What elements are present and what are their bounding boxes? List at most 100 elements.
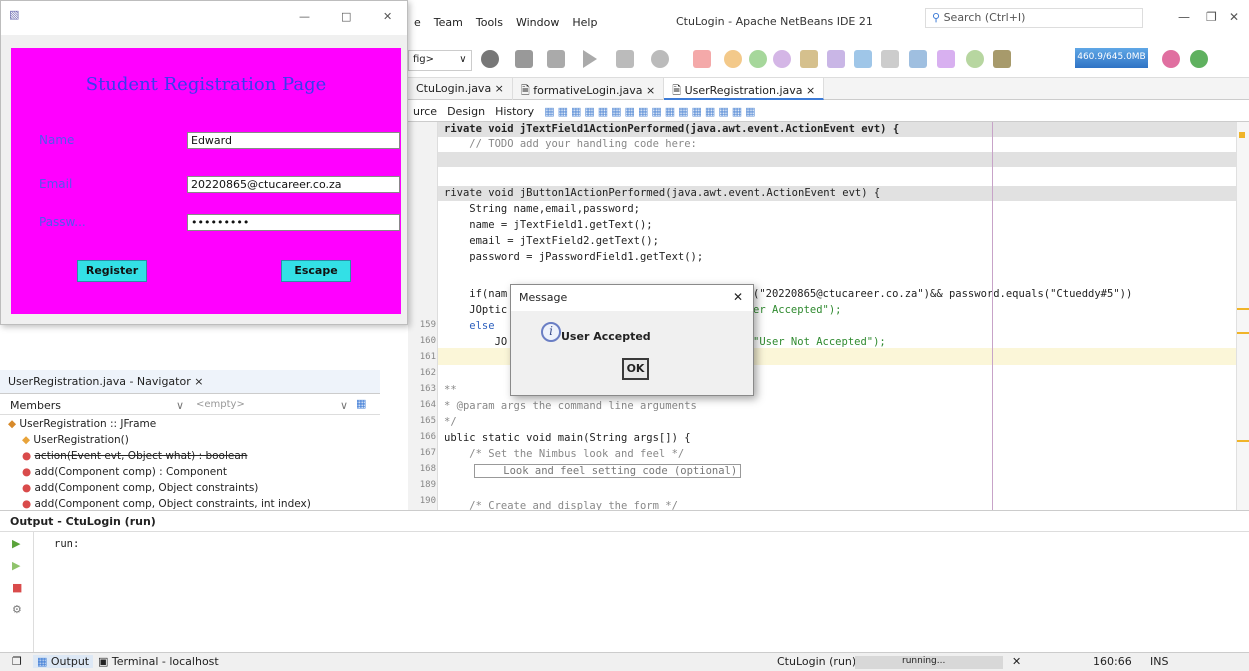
- output-console[interactable]: run:: [34, 532, 1249, 652]
- warning-marker[interactable]: [1239, 132, 1245, 138]
- close-icon[interactable]: ✕: [733, 290, 743, 304]
- menu-item-help[interactable]: Help: [572, 16, 597, 29]
- rerun-icon[interactable]: ▶: [12, 537, 20, 550]
- warning-marker[interactable]: [1237, 332, 1249, 334]
- menu-item-edit[interactable]: e: [414, 16, 421, 29]
- code-line: password = jPasswordField1.getText();: [444, 251, 704, 263]
- stop-icon[interactable]: ■: [12, 581, 22, 594]
- gc-icon[interactable]: [1162, 50, 1180, 68]
- gc-alt-icon[interactable]: [1190, 50, 1208, 68]
- menu-item-tools[interactable]: Tools: [476, 16, 503, 29]
- chevron-down-icon[interactable]: ∨: [340, 399, 348, 412]
- window-icon[interactable]: ❐: [12, 655, 22, 668]
- globe-icon[interactable]: [481, 50, 499, 68]
- code-line: name = jTextField1.getText();: [444, 219, 653, 231]
- line-number-gutter: 159 160 161 162 163 164 165 166 167 168 …: [408, 122, 438, 510]
- restore-icon[interactable]: ❐: [1206, 10, 1217, 24]
- continue-icon[interactable]: [749, 50, 767, 68]
- menu-bar: e Team Tools Window Help: [414, 0, 610, 44]
- code-fold-box[interactable]: Look and feel setting code (optional): [474, 464, 742, 478]
- java-app-icon: ▧: [9, 8, 20, 21]
- line-number: 161: [419, 352, 436, 362]
- debug-icon[interactable]: [616, 50, 634, 68]
- tab-design[interactable]: Design: [447, 105, 485, 118]
- minimize-icon[interactable]: —: [299, 10, 310, 23]
- rerun-different-icon[interactable]: ▶: [12, 559, 20, 572]
- clean-build-icon[interactable]: [547, 50, 565, 68]
- step-out-icon[interactable]: [827, 50, 845, 68]
- stop-icon[interactable]: [693, 50, 711, 68]
- tree-node-class[interactable]: ◆ UserRegistration :: JFrame: [8, 418, 156, 430]
- config-select[interactable]: fig> ∨: [408, 50, 472, 71]
- password-field[interactable]: •••••••••: [187, 214, 400, 231]
- cancel-progress-icon[interactable]: ✕: [1012, 655, 1021, 668]
- step-over-icon[interactable]: [773, 50, 791, 68]
- apply-changes-icon[interactable]: [881, 50, 899, 68]
- code-line: er Accepted");: [753, 304, 842, 316]
- run-to-cursor-icon[interactable]: [854, 50, 872, 68]
- list-item[interactable]: ● action(Event evt, Object what) : boole…: [22, 450, 247, 462]
- name-field[interactable]: Edward: [187, 132, 400, 149]
- line-number: 167: [419, 448, 436, 458]
- registration-window: ▧ — □ ✕ Student Registration Page Name E…: [0, 0, 408, 325]
- menu-item-window[interactable]: Window: [516, 16, 559, 29]
- pause-icon[interactable]: [724, 50, 742, 68]
- tab-source[interactable]: urce: [413, 105, 437, 118]
- chevron-down-icon: ∨: [459, 54, 467, 65]
- chevron-down-icon[interactable]: ∨: [176, 399, 184, 412]
- settings-icon[interactable]: ⚙: [12, 603, 22, 616]
- tab-userregistration[interactable]: 🗎 UserRegistration.java ×: [664, 78, 825, 100]
- members-label[interactable]: Members: [10, 399, 61, 412]
- hammer-icon[interactable]: [515, 50, 533, 68]
- take-snapshot-icon[interactable]: [909, 50, 927, 68]
- maximize-icon[interactable]: □: [341, 10, 351, 23]
- email-field[interactable]: 20220865@ctucareer.co.za: [187, 176, 400, 193]
- navigator-title[interactable]: UserRegistration.java - Navigator ×: [0, 370, 380, 394]
- close-icon[interactable]: ✕: [1229, 10, 1239, 24]
- thread-dump-icon[interactable]: [993, 50, 1011, 68]
- tab-formativelogin[interactable]: 🗎 formativeLogin.java ×: [513, 78, 665, 100]
- filter-select[interactable]: <empty>: [196, 399, 245, 410]
- method-icon: ●: [22, 498, 35, 510]
- output-icon: ▦: [37, 655, 51, 668]
- code-line: // TODO add your handling code here:: [444, 138, 697, 150]
- list-item[interactable]: ● add(Component comp, Object constraints…: [22, 482, 258, 494]
- line-number: 164: [419, 400, 436, 410]
- minimize-icon[interactable]: —: [1178, 10, 1190, 24]
- code-line: /* Create and display the form */: [444, 500, 678, 510]
- step-into-icon[interactable]: [800, 50, 818, 68]
- ok-button[interactable]: OK: [622, 358, 649, 380]
- list-item[interactable]: ● add(Component comp, Object constraints…: [22, 498, 311, 510]
- run-label[interactable]: CtuLogin (run): [777, 655, 856, 668]
- close-icon[interactable]: ✕: [383, 10, 392, 23]
- warning-marker[interactable]: [1237, 308, 1249, 310]
- register-button[interactable]: Register: [77, 260, 147, 282]
- info-icon: i: [541, 322, 561, 342]
- output-tab[interactable]: ▦ Output: [33, 655, 94, 668]
- dialog-message: User Accepted: [561, 330, 651, 343]
- name-label: Name: [39, 133, 75, 147]
- run-icon[interactable]: [583, 50, 597, 68]
- escape-button[interactable]: Escape: [281, 260, 351, 282]
- dialog-titlebar: Message ✕: [511, 285, 753, 311]
- profile-icon[interactable]: [651, 50, 669, 68]
- tab-history[interactable]: History: [495, 105, 534, 118]
- list-item[interactable]: ◆ UserRegistration(): [22, 434, 129, 446]
- attach-debugger-icon[interactable]: [937, 50, 955, 68]
- password-label: Passw...: [39, 215, 86, 229]
- editor-scrollbar[interactable]: [1236, 122, 1249, 510]
- tab-ctulogin[interactable]: CtuLogin.java ×: [408, 78, 513, 100]
- registration-form: Student Registration Page Name Edward Em…: [11, 48, 401, 314]
- output-title[interactable]: Output - CtuLogin (run): [0, 510, 1249, 532]
- search-input[interactable]: ⚲ Search (Ctrl+I): [925, 8, 1143, 28]
- filter-icon[interactable]: ▦: [356, 397, 366, 410]
- warning-marker[interactable]: [1237, 440, 1249, 442]
- terminal-tab[interactable]: ▣ Terminal - localhost: [98, 655, 219, 668]
- menu-item-team[interactable]: Team: [434, 16, 463, 29]
- list-item[interactable]: ● add(Component comp) : Component: [22, 466, 227, 478]
- finish-session-icon[interactable]: [966, 50, 984, 68]
- line-number: 166: [419, 432, 436, 442]
- memory-indicator[interactable]: 460.9/645.0MB: [1075, 48, 1148, 68]
- editor-tools-icons[interactable]: ▦▦▦▦▦▦▦▦▦▦▦▦▦▦▦▦: [544, 105, 758, 118]
- dialog-title: Message: [519, 291, 568, 304]
